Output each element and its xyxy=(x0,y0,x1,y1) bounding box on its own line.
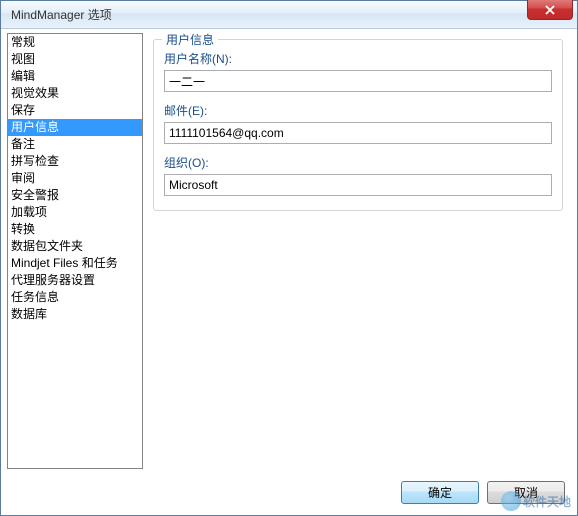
category-sidebar[interactable]: 常规视图编辑视觉效果保存用户信息备注拼写检查审阅安全警报加载项转换数据包文件夹M… xyxy=(7,33,143,469)
section-title: 用户信息 xyxy=(162,31,218,48)
sidebar-item-4[interactable]: 保存 xyxy=(8,102,142,119)
main-panel: 用户信息 用户名称(N): 邮件(E): 组织(O): xyxy=(143,33,571,469)
org-row: 组织(O): xyxy=(164,154,552,196)
sidebar-item-16[interactable]: 数据库 xyxy=(8,306,142,323)
sidebar-item-11[interactable]: 转换 xyxy=(8,221,142,238)
username-input[interactable] xyxy=(164,70,552,92)
sidebar-item-15[interactable]: 任务信息 xyxy=(8,289,142,306)
sidebar-item-8[interactable]: 审阅 xyxy=(8,170,142,187)
sidebar-item-10[interactable]: 加载项 xyxy=(8,204,142,221)
sidebar-item-1[interactable]: 视图 xyxy=(8,51,142,68)
content-area: 常规视图编辑视觉效果保存用户信息备注拼写检查审阅安全警报加载项转换数据包文件夹M… xyxy=(1,29,577,469)
email-input[interactable] xyxy=(164,122,552,144)
footer: 确定 取消 软件天地 xyxy=(1,469,577,515)
close-button[interactable] xyxy=(527,0,573,20)
org-label: 组织(O): xyxy=(164,154,552,171)
sidebar-item-3[interactable]: 视觉效果 xyxy=(8,85,142,102)
sidebar-item-12[interactable]: 数据包文件夹 xyxy=(8,238,142,255)
sidebar-item-2[interactable]: 编辑 xyxy=(8,68,142,85)
sidebar-item-0[interactable]: 常规 xyxy=(8,34,142,51)
username-label: 用户名称(N): xyxy=(164,50,552,67)
org-input[interactable] xyxy=(164,174,552,196)
options-window: MindManager 选项 常规视图编辑视觉效果保存用户信息备注拼写检查审阅安… xyxy=(0,0,578,516)
sidebar-item-9[interactable]: 安全警报 xyxy=(8,187,142,204)
window-title: MindManager 选项 xyxy=(11,6,112,23)
titlebar[interactable]: MindManager 选项 xyxy=(1,1,577,29)
sidebar-item-5[interactable]: 用户信息 xyxy=(8,119,142,136)
cancel-button[interactable]: 取消 xyxy=(487,481,565,504)
user-info-fieldset: 用户信息 用户名称(N): 邮件(E): 组织(O): xyxy=(153,39,563,211)
sidebar-item-14[interactable]: 代理服务器设置 xyxy=(8,272,142,289)
username-row: 用户名称(N): xyxy=(164,50,552,92)
ok-button[interactable]: 确定 xyxy=(401,481,479,504)
close-icon xyxy=(545,5,555,15)
sidebar-item-6[interactable]: 备注 xyxy=(8,136,142,153)
sidebar-item-7[interactable]: 拼写检查 xyxy=(8,153,142,170)
email-row: 邮件(E): xyxy=(164,102,552,144)
sidebar-item-13[interactable]: Mindjet Files 和任务 xyxy=(8,255,142,272)
email-label: 邮件(E): xyxy=(164,102,552,119)
